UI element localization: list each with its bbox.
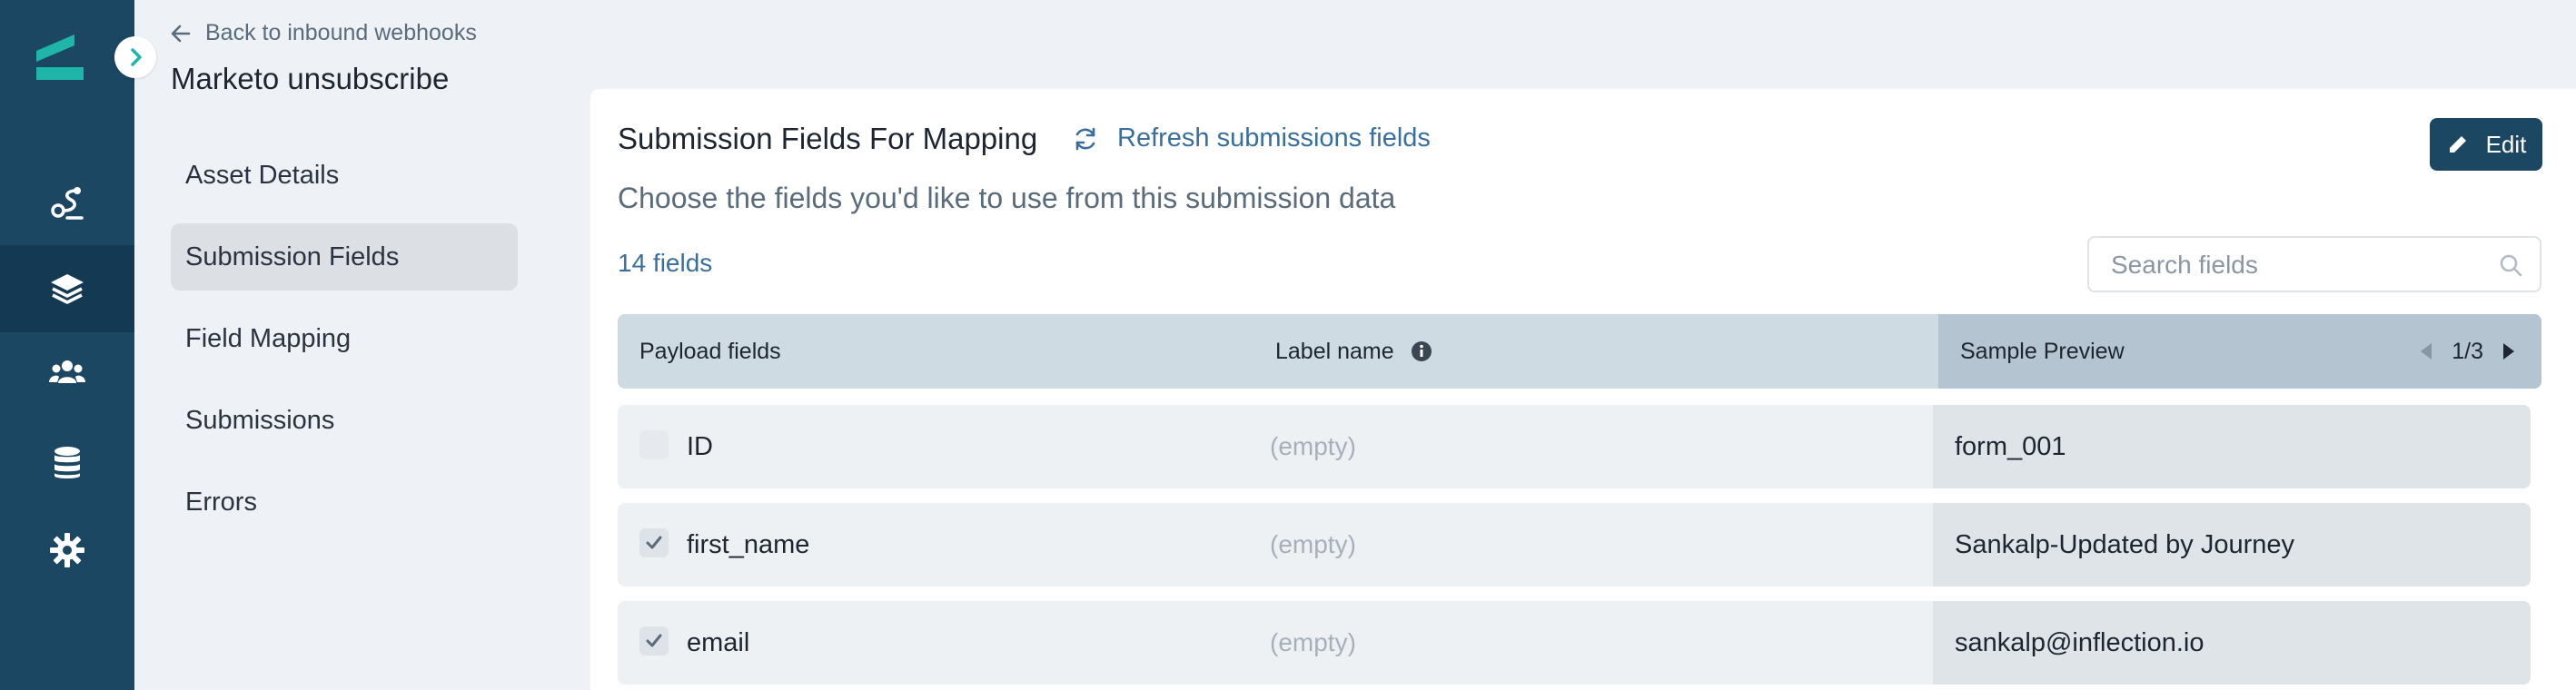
row-checkbox[interactable]	[639, 528, 669, 557]
rail-item-assets[interactable]	[0, 245, 134, 332]
edit-button[interactable]: Edit	[2430, 118, 2542, 171]
nav-item-field-mapping[interactable]: Field Mapping	[171, 305, 518, 372]
column-header-label: Label name	[1275, 314, 1432, 389]
asset-nav: Asset Details Submission Fields Field Ma…	[171, 142, 518, 550]
search-icon	[2500, 254, 2522, 277]
gear-icon	[50, 533, 84, 567]
row-checkbox[interactable]	[639, 430, 669, 459]
chevron-right-icon	[131, 48, 142, 66]
sample-pager: 1/3	[2421, 314, 2514, 389]
rail-item-audiences[interactable]	[0, 329, 134, 416]
payload-field-name: ID	[687, 431, 713, 461]
users-icon	[49, 360, 85, 383]
sample-preview-value: Sankalp-Updated by Journey	[1933, 503, 2531, 586]
column-header-label-text: Label name	[1275, 338, 1394, 364]
submission-fields-card: Submission Fields For Mapping Refresh su…	[590, 89, 2576, 690]
edit-button-label: Edit	[2485, 130, 2527, 158]
nav-item-errors[interactable]: Errors	[171, 468, 518, 536]
label-name-value[interactable]: (empty)	[1270, 601, 1356, 685]
sample-preview-value: form_001	[1933, 405, 2531, 488]
table-row: ID (empty) form_001	[618, 405, 2531, 488]
journey-icon	[51, 187, 84, 220]
column-header-sample-text: Sample Preview	[1960, 338, 2125, 364]
check-icon	[646, 536, 662, 549]
table-row: first_name (empty) Sankalp-Updated by Jo…	[618, 503, 2531, 586]
info-icon[interactable]	[1411, 340, 1432, 362]
refresh-icon	[1075, 127, 1095, 150]
arrow-left-icon	[171, 25, 191, 42]
card-subtitle: Choose the fields you'd like to use from…	[618, 182, 1396, 214]
rail-item-data[interactable]	[0, 419, 134, 507]
rail-item-journeys[interactable]	[0, 160, 134, 247]
caret-right-icon[interactable]	[2503, 343, 2514, 360]
page-title: Marketo unsubscribe	[171, 62, 450, 95]
sidebar-toggle-button[interactable]	[114, 36, 156, 78]
nav-item-submission-fields[interactable]: Submission Fields	[171, 223, 518, 291]
sample-pager-label: 1/3	[2452, 338, 2483, 364]
refresh-fields-button[interactable]: Refresh submissions fields	[1072, 123, 1431, 153]
table-row: email (empty) sankalp@inflection.io	[618, 601, 2531, 685]
nav-item-submissions[interactable]: Submissions	[171, 387, 518, 454]
search-input[interactable]	[2111, 247, 2483, 283]
fields-table-header: Payload fields Label name Sample Preview…	[618, 314, 2541, 389]
inflection-logo-icon[interactable]	[33, 31, 87, 84]
nav-item-asset-details[interactable]: Asset Details	[171, 142, 518, 209]
search-box	[2087, 236, 2541, 292]
check-icon	[646, 634, 662, 647]
row-checkbox[interactable]	[639, 626, 669, 656]
column-header-payload: Payload fields	[639, 338, 781, 364]
app-rail	[0, 0, 134, 690]
back-link-label: Back to inbound webhooks	[205, 20, 477, 45]
card-title: Submission Fields For Mapping	[618, 122, 1038, 155]
pencil-icon	[2449, 136, 2466, 153]
payload-field-name: email	[687, 627, 750, 657]
back-link[interactable]: Back to inbound webhooks	[169, 20, 477, 46]
rail-item-settings[interactable]	[0, 507, 134, 594]
caret-left-icon[interactable]	[2421, 343, 2432, 360]
column-header-sample: Sample Preview 1/3	[1938, 314, 2541, 389]
layers-icon	[51, 274, 84, 304]
field-count: 14 fields	[618, 249, 713, 277]
label-name-value[interactable]: (empty)	[1270, 405, 1356, 488]
sample-preview-value: sankalp@inflection.io	[1933, 601, 2531, 685]
payload-field-name: first_name	[687, 529, 810, 559]
refresh-fields-label: Refresh submissions fields	[1117, 123, 1431, 153]
database-icon	[54, 447, 80, 478]
label-name-value[interactable]: (empty)	[1270, 503, 1356, 586]
